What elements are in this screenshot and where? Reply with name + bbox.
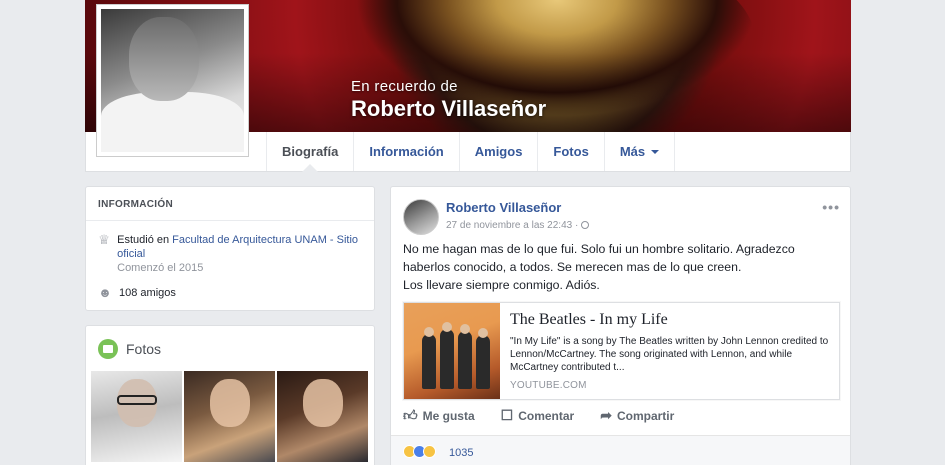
comment-button[interactable]: ☐ Comentar [501, 407, 575, 424]
memorial-label: En recuerdo de [351, 78, 458, 95]
reactions-bar: 1035 [391, 435, 850, 465]
reactions-count[interactable]: 1035 [449, 447, 473, 459]
shared-link-preview[interactable]: The Beatles - In my Life "In My Life" is… [403, 302, 840, 400]
post-text: No me hagan mas de lo que fui. Solo fui … [403, 242, 795, 292]
info-card: INFORMACIÓN ♕ Estudió en Facultad de Arq… [85, 186, 375, 311]
link-title: The Beatles - In my Life [510, 311, 668, 328]
graduation-cap-icon: ♕ [98, 232, 110, 247]
link-description: "In My Life" is a song by The Beatles wr… [510, 336, 829, 373]
education-row: ♕ Estudió en Facultad de Arquitectura UN… [96, 233, 361, 275]
thumbs-up-icon: 👍︎ [403, 407, 418, 423]
comment-icon: ☐ [500, 407, 514, 423]
photo-thumbnail[interactable] [184, 371, 275, 462]
photos-card: Fotos [85, 325, 375, 465]
photos-header[interactable]: Fotos [98, 339, 161, 359]
like-button[interactable]: 👍︎ Me gusta [403, 407, 475, 424]
post-author[interactable]: Roberto Villaseñor [446, 200, 561, 215]
link-thumbnail [404, 303, 500, 399]
globe-icon [581, 221, 590, 229]
friends-count: 108 amigos [119, 287, 176, 299]
education-start: Comenzó el 2015 [117, 262, 204, 274]
share-button[interactable]: ➦ Compartir [600, 407, 674, 424]
photo-thumbnail[interactable] [277, 371, 368, 462]
chevron-down-icon [651, 149, 660, 154]
post-actions: 👍︎ Me gusta ☐ Comentar ➦ Compartir [403, 407, 700, 424]
wow-reaction-icon [423, 445, 436, 458]
link-domain: YOUTUBE.COM [510, 380, 587, 391]
share-icon: ➦ [600, 407, 612, 423]
tab-mas[interactable]: Más [603, 132, 676, 171]
author-avatar[interactable] [403, 199, 439, 235]
post-timestamp[interactable]: 27 de noviembre a las 22:43 · [446, 220, 590, 231]
tab-informacion[interactable]: Información [353, 132, 458, 171]
info-header: INFORMACIÓN [86, 187, 374, 221]
tab-biografia[interactable]: Biografía [266, 132, 353, 172]
photo-thumbnail[interactable] [91, 371, 182, 462]
photos-icon [98, 339, 118, 359]
tab-fotos[interactable]: Fotos [537, 132, 603, 171]
add-friend-icon: ☻ [98, 285, 112, 300]
friends-row[interactable]: ☻ 108 amigos [96, 286, 176, 300]
tab-amigos[interactable]: Amigos [458, 132, 538, 171]
profile-name[interactable]: Roberto Villaseñor [351, 96, 546, 122]
profile-picture[interactable] [96, 4, 249, 157]
post-options-button[interactable]: ••• [822, 199, 840, 215]
post-card: Roberto Villaseñor 27 de noviembre a las… [390, 186, 851, 465]
